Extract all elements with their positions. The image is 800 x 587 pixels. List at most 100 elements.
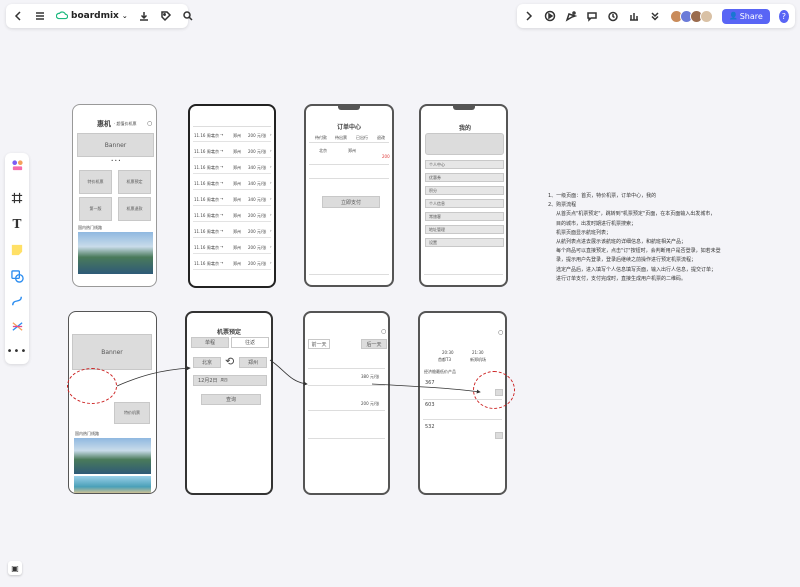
order-tab[interactable]: 已出行 [356, 135, 368, 141]
flight-row[interactable]: 11.16 周二 北京 郑州 200 元/张 → › [193, 242, 272, 254]
special-ticket-button[interactable]: 特价机票 [114, 402, 150, 424]
tab-label: 单程 [204, 340, 215, 346]
route-photo[interactable] [78, 232, 153, 274]
wireframe-flight-list[interactable]: 11.16 周二 北京 郑州 200 元/张 → › 11.16 周二 北京 郑州 200 元/张… [188, 104, 276, 288]
timer-icon[interactable] [607, 9, 619, 23]
download-icon[interactable] [138, 9, 150, 23]
chevron-right-icon[interactable]: › [270, 212, 272, 217]
flight-price: 200 元/张 [248, 133, 267, 138]
button-label: 后一天 [366, 341, 382, 348]
search-icon[interactable]: ○ [147, 120, 152, 127]
profile-menu-item[interactable]: 个人中心 [425, 160, 504, 169]
order-tab[interactable]: 待出票 [335, 135, 347, 141]
chevron-right-icon[interactable]: › [270, 148, 272, 153]
chevron-right-icon[interactable]: › [270, 244, 272, 249]
one-way-tab[interactable]: 单程 [191, 337, 229, 348]
flight-price: 200 元/张 [248, 261, 267, 266]
banner[interactable]: Banner [77, 133, 154, 157]
arrow-right-icon: → [220, 196, 224, 201]
profile-menu-item[interactable]: 常旅客 [425, 212, 504, 221]
profile-menu-item[interactable]: 个人信息 [425, 199, 504, 208]
chevron-right-icon[interactable]: › [270, 196, 272, 201]
boardmix-logo[interactable]: boardmix ⌄ [56, 11, 128, 21]
profile-menu-item[interactable]: 积分 [425, 186, 504, 195]
help-icon[interactable]: ? [778, 9, 789, 23]
banner[interactable]: Banner [72, 334, 152, 370]
book-button[interactable] [495, 432, 503, 439]
more-tools-icon[interactable]: ••• [7, 343, 27, 359]
order-tab[interactable]: 待付款 [315, 135, 327, 141]
chevron-right-icon[interactable]: › [270, 164, 272, 169]
route-photo[interactable] [74, 438, 151, 474]
wireframe-booking[interactable]: 机票预定 单程 往返 北京 ⟲ 郑州 12月2日 周四 查询 [185, 311, 273, 495]
profile-menu-item[interactable]: 优惠券 [425, 173, 504, 182]
profile-card[interactable] [425, 133, 504, 155]
flight-row[interactable]: 11.16 周二 北京 郑州 340 元/张 → › [193, 162, 272, 174]
back-chevron-icon[interactable] [12, 9, 24, 23]
round-trip-tab[interactable]: 往返 [231, 337, 269, 348]
flight-row[interactable]: 11.16 周二 北京 郑州 200 元/张 → › [193, 130, 272, 142]
book-ticket-button[interactable]: 机票预定 [118, 170, 151, 194]
arrow-right-icon: → [220, 212, 224, 217]
more-chevrons-icon[interactable] [649, 9, 661, 23]
search-icon[interactable]: ○ [498, 329, 503, 336]
wireframe-profile[interactable]: 我的 个人中心 优惠券 积分 个人信息 常旅客 地址管理 设置 [419, 104, 508, 287]
swap-icon[interactable]: ⟲ [225, 355, 234, 368]
profile-menu-item[interactable]: 地址管理 [425, 225, 504, 234]
connector-line-icon[interactable] [9, 293, 25, 309]
from-city-field[interactable]: 北京 [193, 357, 221, 368]
chevron-right-icon[interactable]: › [270, 260, 272, 265]
flight-row[interactable]: 11.16 周二 北京 郑州 340 元/张 → › [193, 194, 272, 206]
flight-row[interactable]: 11.16 周二 北京 郑州 200 元/张 → › [193, 146, 272, 158]
minimap-icon[interactable]: ▣ [8, 561, 22, 575]
prev-day-button[interactable]: 前一天 [308, 339, 330, 349]
weekday-value: 周四 [220, 378, 228, 382]
present-play-icon[interactable] [544, 9, 556, 23]
annotation-circle [67, 368, 117, 404]
flight-row[interactable]: 11.16 周二 北京 郑州 340 元/张 → › [193, 178, 272, 190]
search-icon[interactable] [182, 9, 194, 23]
search-icon[interactable]: ○ [381, 328, 386, 335]
next-day-button[interactable]: 后一天 [361, 339, 387, 349]
tag-icon[interactable] [160, 9, 172, 23]
profile-menu-item[interactable]: 设置 [425, 238, 504, 247]
refund-button[interactable]: 机票退款 [118, 197, 151, 221]
flight-row[interactable]: 11.16 周二 北京 郑州 200 元/张 → › [193, 210, 272, 222]
flight-row[interactable]: 11.16 周二 北京 郑州 200 元/张 → › [193, 258, 272, 270]
chevron-down-icon[interactable]: ⌄ [122, 12, 128, 20]
process-notes[interactable]: 1、一级页面：首页，特价机票，订单中心，我的 2、购票流程 从首页点"机票预定"… [548, 192, 788, 284]
wireframe-home[interactable]: 惠机 · 超值价机票 ○ Banner • • • 特价机票 机票预定 第一版 … [72, 104, 157, 287]
chevron-right-icon[interactable]: › [270, 132, 272, 137]
date-value: 12月2日 [198, 378, 218, 384]
flight-row[interactable]: 11.16 周二 北京 郑州 200 元/张 → › [193, 226, 272, 238]
mind-map-icon[interactable] [9, 318, 25, 334]
collapse-chevron-icon[interactable] [523, 9, 535, 23]
text-tool-icon[interactable]: T [9, 216, 25, 232]
collaborator-avatars[interactable] [670, 9, 713, 23]
wireframe-flight-results[interactable]: ○ 前一天 后一天 380 元/张 200 元/张 [303, 311, 390, 495]
note-line: 1、一级页面：首页，特价机票，订单中心，我的 [548, 193, 657, 199]
special-ticket-button[interactable]: 特价机票 [79, 170, 112, 194]
sticky-note-icon[interactable] [9, 242, 25, 258]
templates-icon[interactable] [9, 157, 25, 173]
to-city-field[interactable]: 郑州 [239, 357, 267, 368]
date-field[interactable]: 12月2日 周四 [193, 375, 267, 386]
chevron-right-icon[interactable]: › [270, 228, 272, 233]
vote-icon[interactable] [628, 9, 640, 23]
order-tab[interactable]: 退改 [377, 135, 385, 141]
search-button[interactable]: 查询 [201, 394, 261, 405]
reaction-icon[interactable] [565, 9, 577, 23]
wireframe-order-center[interactable]: 订单中心 待付款 待出票 已出行 退改 北京 郑州 200 立即支付 [304, 104, 394, 287]
frame-icon[interactable] [9, 190, 25, 206]
route-photo[interactable] [74, 476, 151, 493]
pay-now-button[interactable]: 立即支付 [322, 196, 380, 208]
menu-icon[interactable] [34, 9, 46, 23]
comment-icon[interactable] [586, 9, 598, 23]
chevron-right-icon[interactable]: › [270, 180, 272, 185]
avatar[interactable] [700, 9, 713, 23]
share-button[interactable]: 👤 Share [722, 8, 770, 24]
flight-to: 郑州 [233, 165, 241, 170]
shape-icon[interactable] [9, 268, 25, 284]
version-button[interactable]: 第一版 [79, 197, 112, 221]
button-label: 前一天 [311, 341, 327, 348]
